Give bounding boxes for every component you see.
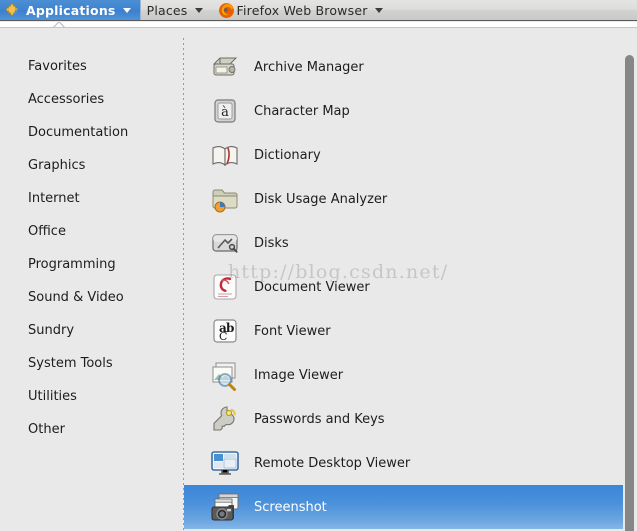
app-item-label: Image Viewer (254, 368, 343, 383)
app-item-passwords-and-keys[interactable]: Passwords and Keys (184, 397, 637, 441)
sidebar-item-office[interactable]: Office (0, 215, 183, 248)
app-item-dictionary[interactable]: Dictionary (184, 133, 637, 177)
svg-text:à: à (221, 105, 229, 120)
menu-firefox-web-browser[interactable]: Firefox Web Browser (212, 0, 392, 20)
application-list: Archive Manager à Character Map Dictiona… (184, 28, 637, 531)
app-item-label: Dictionary (254, 148, 321, 163)
app-item-remote-desktop-viewer[interactable]: Remote Desktop Viewer (184, 441, 637, 485)
app-item-document-viewer[interactable]: Document Viewer (184, 265, 637, 309)
sidebar-item-sound-and-video[interactable]: Sound & Video (0, 281, 183, 314)
app-item-label: Passwords and Keys (254, 412, 385, 427)
sidebar-item-graphics[interactable]: Graphics (0, 149, 183, 182)
screenshot-icon (209, 491, 241, 523)
sidebar-item-label: System Tools (28, 356, 113, 371)
app-item-font-viewer[interactable]: a b C Font Viewer (184, 309, 637, 353)
menu-places-label: Places (147, 3, 188, 18)
svg-text:C: C (219, 330, 227, 343)
app-item-label: Character Map (254, 104, 350, 119)
app-item-label: Disk Usage Analyzer (254, 192, 387, 207)
category-sidebar: Favorites Accessories Documentation Grap… (0, 28, 183, 531)
document-viewer-icon (209, 271, 241, 303)
sidebar-item-label: Utilities (28, 389, 77, 404)
app-item-archive-manager[interactable]: Archive Manager (184, 45, 637, 89)
app-item-label: Remote Desktop Viewer (254, 456, 410, 471)
sidebar-item-label: Sound & Video (28, 290, 124, 305)
chevron-down-icon (123, 8, 131, 13)
sidebar-item-programming[interactable]: Programming (0, 248, 183, 281)
sidebar-item-label: Programming (28, 257, 116, 272)
top-panel: Applications Places Firefox Web Browser (0, 0, 637, 21)
applications-menu-popup: Favorites Accessories Documentation Grap… (0, 27, 637, 531)
sidebar-item-internet[interactable]: Internet (0, 182, 183, 215)
app-item-disks[interactable]: Disks (184, 221, 637, 265)
sidebar-item-other[interactable]: Other (0, 413, 183, 446)
menu-firefox-label: Firefox Web Browser (237, 3, 368, 18)
sidebar-item-label: Office (28, 224, 66, 239)
remote-desktop-viewer-icon (209, 447, 241, 479)
app-item-label: Font Viewer (254, 324, 331, 339)
sidebar-item-sundry[interactable]: Sundry (0, 314, 183, 347)
app-item-label: Document Viewer (254, 280, 370, 295)
scrollbar-track[interactable] (623, 55, 637, 531)
app-item-disk-usage-analyzer[interactable]: Disk Usage Analyzer (184, 177, 637, 221)
menu-applications[interactable]: Applications (0, 0, 141, 20)
applications-menu-screen: Applications Places Firefox Web Browser … (0, 0, 637, 531)
app-item-label: Screenshot (254, 500, 327, 515)
sidebar-item-documentation[interactable]: Documentation (0, 116, 183, 149)
app-item-image-viewer[interactable]: Image Viewer (184, 353, 637, 397)
image-viewer-icon (209, 359, 241, 391)
sidebar-item-utilities[interactable]: Utilities (0, 380, 183, 413)
passwords-and-keys-icon (209, 403, 241, 435)
firefox-icon (218, 2, 235, 19)
sidebar-item-label: Favorites (28, 59, 87, 74)
disk-usage-analyzer-icon (209, 183, 241, 215)
chevron-down-icon (375, 8, 383, 13)
menu-applications-label: Applications (26, 3, 116, 18)
sidebar-item-label: Graphics (28, 158, 85, 173)
menu-places[interactable]: Places (141, 0, 212, 20)
sidebar-item-label: Other (28, 422, 65, 437)
app-item-screenshot[interactable]: Screenshot (184, 485, 637, 529)
app-item-label: Archive Manager (254, 60, 364, 75)
archive-manager-icon (209, 51, 241, 83)
sidebar-item-system-tools[interactable]: System Tools (0, 347, 183, 380)
dictionary-icon (209, 139, 241, 171)
font-viewer-icon: a b C (209, 315, 241, 347)
puzzle-piece-icon (6, 3, 21, 18)
scrollbar-thumb[interactable] (625, 55, 634, 531)
app-item-character-map[interactable]: à Character Map (184, 89, 637, 133)
sidebar-item-label: Sundry (28, 323, 74, 338)
sidebar-item-accessories[interactable]: Accessories (0, 83, 183, 116)
sidebar-item-label: Accessories (28, 92, 104, 107)
disks-icon (209, 227, 241, 259)
character-map-icon: à (209, 95, 241, 127)
app-item-label: Disks (254, 236, 289, 251)
sidebar-item-label: Documentation (28, 125, 128, 140)
sidebar-item-favorites[interactable]: Favorites (0, 50, 183, 83)
chevron-down-icon (195, 8, 203, 13)
sidebar-item-label: Internet (28, 191, 80, 206)
